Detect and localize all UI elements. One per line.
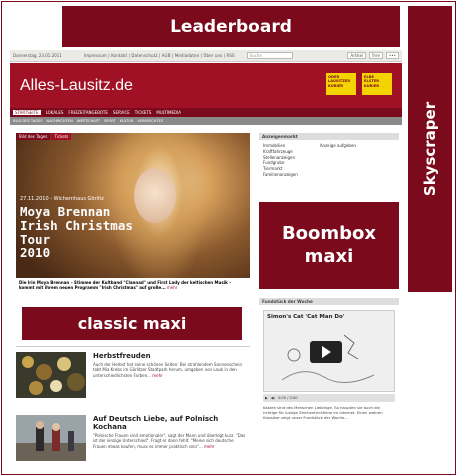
classifieds-col1: Immobilien Kraftfahrzeuge Stellenanzeige…: [263, 143, 298, 178]
boombox-ad-slot[interactable]: Boombox maxi: [259, 202, 399, 289]
feature-headline-line1: Moya Brennan: [20, 204, 111, 219]
subnav-item-nachrichten[interactable]: NACHRICHTEN: [47, 119, 73, 123]
story-more-link[interactable]: mehr: [204, 444, 215, 449]
boombox-label-line1: Boombox: [281, 223, 377, 244]
subnav-item-bild[interactable]: BILD DES TAGES: [13, 119, 43, 123]
video-player[interactable]: Simon's Cat 'Cat Man Do': [263, 310, 395, 392]
skyscraper-ad-slot[interactable]: Skyscraper: [408, 6, 452, 292]
site-logo[interactable]: Alles-Lausitz.de: [20, 77, 133, 95]
partner-badge-oder[interactable]: ODER LAUSITZER KURIER: [326, 73, 356, 95]
classifieds-title: Anzeigenmarkt: [259, 133, 399, 140]
story-title[interactable]: Herbstfreuden: [93, 352, 248, 360]
feature-caption-text: Die Irin Moya Brennan – Stimme der Kultb…: [19, 280, 232, 291]
story-thumb-autumn: [16, 352, 86, 398]
volume-icon[interactable]: ◀): [271, 396, 275, 400]
classified-link-aufgeben[interactable]: Anzeige aufgeben: [320, 143, 356, 149]
nav-item-freizeit[interactable]: FREIZEITANGEBOTE: [68, 110, 108, 115]
page-frame: Leaderboard Skyscraper Donnerstag, 23.01…: [1, 1, 456, 475]
classic-maxi-label: classic maxi: [77, 314, 187, 333]
nav-item-multimedia[interactable]: MULTIMEDIA: [156, 110, 181, 115]
feature-tabs: Bild des Tages Tickets: [16, 133, 72, 140]
story-text: "Polnische Frauen sind emotionaler", sag…: [93, 433, 246, 449]
partner-badge-elbe[interactable]: ELBE ELSTER KURIER: [362, 73, 392, 95]
video-controls: ▶ ◀) 0:00 / 0:00: [263, 394, 395, 402]
subnav-item-vermischtes[interactable]: VERMISCHTES: [137, 119, 163, 123]
video-time: 0:00 / 0:00: [277, 396, 298, 400]
subnav-item-wirtschaft[interactable]: WIRTSCHAFT: [77, 119, 100, 123]
subnav-item-sport[interactable]: SPORT: [104, 119, 116, 123]
featured-story[interactable]: Bild des Tages Tickets 27.11.2010 - Wich…: [16, 133, 250, 300]
current-date: Donnerstag, 23.01.2011: [13, 53, 62, 58]
topbar-buttons: Artikel Ihre •••: [347, 52, 399, 59]
story-title[interactable]: Auf Deutsch Liebe, auf Polnisch Kochana: [93, 415, 248, 431]
play-icon[interactable]: [310, 341, 342, 363]
leaderboard-label: Leaderboard: [170, 16, 292, 37]
topbar-button-ihre[interactable]: Ihre: [369, 52, 383, 59]
feature-date: 27.11.2010 - Wichernhaus Görlitz: [20, 196, 104, 202]
story-text: Auch der Herbst hat seine schönen Seiten…: [93, 362, 243, 378]
skyscraper-label: Skyscraper: [421, 101, 439, 197]
search-input[interactable]: Suche: [246, 52, 293, 59]
nav-item-tickets[interactable]: TICKETS: [135, 110, 152, 115]
list-item[interactable]: Herbstfreuden Auch der Herbst hat seine …: [16, 352, 250, 404]
boombox-label-line2: maxi: [304, 245, 354, 267]
fundstueck-description: Katzen sind des Menschen Lieblinge. So h…: [263, 405, 383, 421]
classifieds-box: Anzeigenmarkt Immobilien Kraftfahrzeuge …: [259, 133, 399, 199]
subnav-item-kultur[interactable]: KULTUR: [120, 119, 134, 123]
story-more-link[interactable]: mehr: [152, 373, 163, 378]
fundstueck-box: Fundstück der Woche Simon's Cat 'Cat Man…: [259, 298, 399, 468]
classifieds-col2: Anzeige aufgeben: [320, 143, 356, 178]
tab-bild-des-tages[interactable]: Bild des Tages: [16, 133, 51, 140]
play-button-icon[interactable]: ▶: [265, 396, 268, 400]
nav-item-lokales[interactable]: LOKALES: [46, 110, 64, 115]
fundstueck-title: Fundstück der Woche: [259, 298, 399, 305]
partner-badges: ODER LAUSITZER KURIER ELBE ELSTER KURIER: [326, 73, 392, 95]
sub-nav: BILD DES TAGES NACHRICHTEN WIRTSCHAFT SP…: [10, 117, 402, 125]
main-nav: STARTSEITE LOKALES FREIZEITANGEBOTE SERV…: [10, 108, 402, 117]
feature-more-link[interactable]: mehr: [167, 285, 178, 290]
classified-link-kfz[interactable]: Kraftfahrzeuge: [263, 149, 298, 155]
feature-headline-line3: 2010: [20, 245, 51, 261]
tab-tickets[interactable]: Tickets: [51, 133, 72, 140]
topbar-button-article[interactable]: Artikel: [347, 52, 367, 59]
list-item[interactable]: Auf Deutsch Liebe, auf Polnisch Kochana …: [16, 415, 250, 470]
section-divider: [16, 346, 250, 347]
top-utility-bar: Donnerstag, 23.01.2011 Impressum | Konta…: [10, 50, 402, 62]
video-title: Simon's Cat 'Cat Man Do': [267, 314, 345, 320]
classic-maxi-ad-slot[interactable]: classic maxi: [22, 307, 242, 340]
utility-links[interactable]: Impressum | Kontakt | Datenschutz | AGB …: [84, 53, 235, 58]
nav-item-service[interactable]: SERVICE: [113, 110, 130, 115]
feature-caption: Die Irin Moya Brennan – Stimme der Kultb…: [16, 278, 250, 300]
nav-item-startseite[interactable]: STARTSEITE: [13, 110, 41, 115]
feature-headline: Moya Brennan Irish Christmas Tour 2010: [20, 205, 170, 260]
classified-link-familie[interactable]: Familienanzeigen: [263, 172, 298, 178]
feature-headline-line2: Irish Christmas Tour: [20, 217, 133, 247]
site-header: Alles-Lausitz.de ODER LAUSITZER KURIER E…: [10, 63, 402, 108]
story-thumb-couple: [16, 415, 86, 461]
leaderboard-ad-slot[interactable]: Leaderboard: [62, 6, 400, 47]
topbar-button-more[interactable]: •••: [385, 52, 399, 59]
